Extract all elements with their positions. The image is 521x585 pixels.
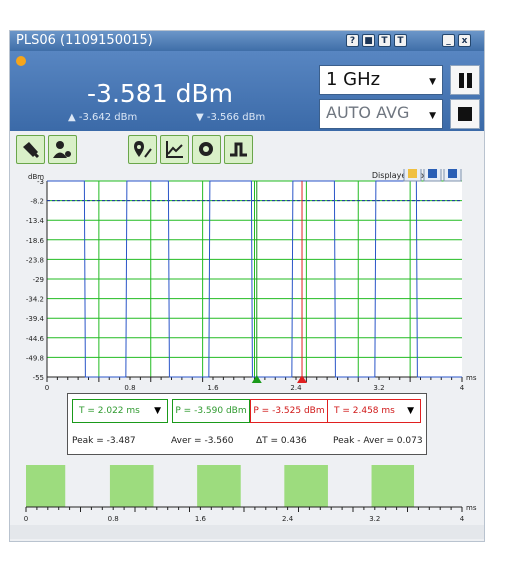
y-tick-label: -39.4: [26, 315, 45, 323]
y-tick-label: -55: [33, 374, 44, 382]
x-tick-label: 0: [45, 384, 49, 391]
stop-button[interactable]: [450, 99, 480, 129]
overview-x-tick-label: 2.4: [282, 515, 294, 523]
overview-x-tick-label: 0.8: [108, 515, 119, 523]
overview-x-tick-label: 4: [460, 515, 465, 523]
status-dot: [16, 56, 26, 66]
overview-pulse: [371, 465, 415, 507]
chevron-down-icon: ▼: [429, 77, 436, 87]
p2-value: P = -3.525 dBm: [250, 399, 328, 423]
markers-icon: [134, 141, 152, 158]
overview-x-unit-label: ms: [466, 504, 477, 512]
zoom-button[interactable]: [16, 135, 45, 164]
y-tick-label: -44.6: [26, 335, 45, 343]
t2-selector[interactable]: T = 2.458 ms ▼: [327, 399, 421, 423]
measurement-panel: T = 2.022 ms ▼ P = -3.590 dBm P = -3.525…: [67, 393, 427, 455]
step-button[interactable]: [224, 135, 253, 164]
window-title: PLS06 (1109150015): [16, 33, 153, 48]
settings-user-icon: [53, 141, 71, 158]
overview-pulse: [109, 465, 154, 507]
minimize-button[interactable]: _: [442, 34, 455, 47]
min-value-text: -3.642 dBm: [78, 112, 138, 123]
measurement-header: -3.581 dBm ▲ -3.642 dBm ▼ -3.566 dBm 1 G…: [10, 51, 484, 131]
zoom-icon: [23, 142, 40, 159]
peak-aver-value: Peak - Aver = 0.073: [333, 436, 423, 446]
save-icon: [428, 169, 437, 178]
overview-pulse: [284, 465, 328, 507]
p1-value: P = -3.590 dBm: [172, 399, 250, 423]
y-tick-label: -23.8: [26, 256, 44, 264]
main-plot[interactable]: dBmDisplayed points: 940-3-8.2-13.4-18.6…: [10, 169, 484, 391]
overview-pulse: [26, 465, 66, 507]
x-tick-label: 4: [460, 384, 465, 391]
averaging-dropdown[interactable]: AUTO AVG ▼: [319, 99, 443, 129]
app-window: PLS06 (1109150015) ? ■ T T _ x -3.581 dB…: [9, 30, 485, 542]
chart-button[interactable]: [160, 135, 189, 164]
pause-button[interactable]: [450, 65, 480, 95]
help-button[interactable]: ?: [346, 34, 359, 47]
averaging-value: AUTO AVG: [326, 103, 410, 122]
max-value-text: -3.566 dBm: [206, 112, 266, 123]
y-tick-label: -34.2: [26, 296, 44, 304]
y-tick-label: -49.8: [26, 354, 44, 362]
min-power-readout: ▲ -3.642 dBm: [68, 112, 138, 123]
peak-value: Peak = -3.487: [72, 436, 136, 446]
chevron-down-icon: ▼: [429, 111, 436, 121]
delta-t-value: ΔT = 0.436: [256, 436, 307, 446]
save-as-icon: [448, 169, 457, 178]
overview-x-tick-label: 3.2: [369, 515, 380, 523]
main-power-readout: -3.581 dBm: [87, 79, 233, 108]
y-tick-label: -8.2: [30, 198, 44, 206]
title-bar: PLS06 (1109150015) ? ■ T T _ x: [10, 31, 484, 51]
markers-button[interactable]: [128, 135, 157, 164]
aver-value: Aver = -3.560: [171, 436, 234, 446]
folder-icon: [408, 169, 417, 178]
chevron-down-icon: ▼: [407, 406, 414, 416]
x-tick-label: 2.4: [290, 384, 302, 391]
overview-x-tick-label: 0: [24, 515, 28, 523]
font-button[interactable]: T: [378, 34, 391, 47]
overview-plot[interactable]: 0 0.8 1.6 2.4 3.2 4ms: [10, 459, 484, 525]
y-tick-label: -13.4: [26, 217, 45, 225]
x-unit-label: ms: [466, 374, 477, 382]
t1-selector[interactable]: T = 2.022 ms ▼: [72, 399, 168, 423]
y-tick-label: -29: [33, 276, 44, 284]
t2-value: T = 2.458 ms: [334, 406, 395, 416]
overview-pulse: [197, 465, 241, 507]
frequency-dropdown[interactable]: 1 GHz ▼: [319, 65, 443, 95]
chevron-down-icon: ▼: [154, 406, 161, 416]
chart-icon: [166, 141, 183, 158]
y-tick-label: -3: [37, 178, 44, 186]
settings-user-button[interactable]: [48, 135, 77, 164]
close-button[interactable]: x: [458, 34, 471, 47]
frequency-value: 1 GHz: [326, 69, 381, 90]
t1-value: T = 2.022 ms: [79, 406, 140, 416]
status-bar: [10, 525, 484, 539]
x-tick-label: 1.6: [207, 384, 219, 391]
settings-button[interactable]: [192, 135, 221, 164]
x-tick-label: 3.2: [373, 384, 384, 391]
y-tick-label: -18.6: [26, 237, 45, 245]
font-alt-button[interactable]: T: [394, 34, 407, 47]
step-icon: [230, 142, 247, 157]
max-power-readout: ▼ -3.566 dBm: [196, 112, 266, 123]
gear-icon: [199, 142, 213, 156]
record-button[interactable]: ■: [362, 34, 375, 47]
x-tick-label: 0.8: [124, 384, 135, 391]
overview-x-tick-label: 1.6: [195, 515, 207, 523]
